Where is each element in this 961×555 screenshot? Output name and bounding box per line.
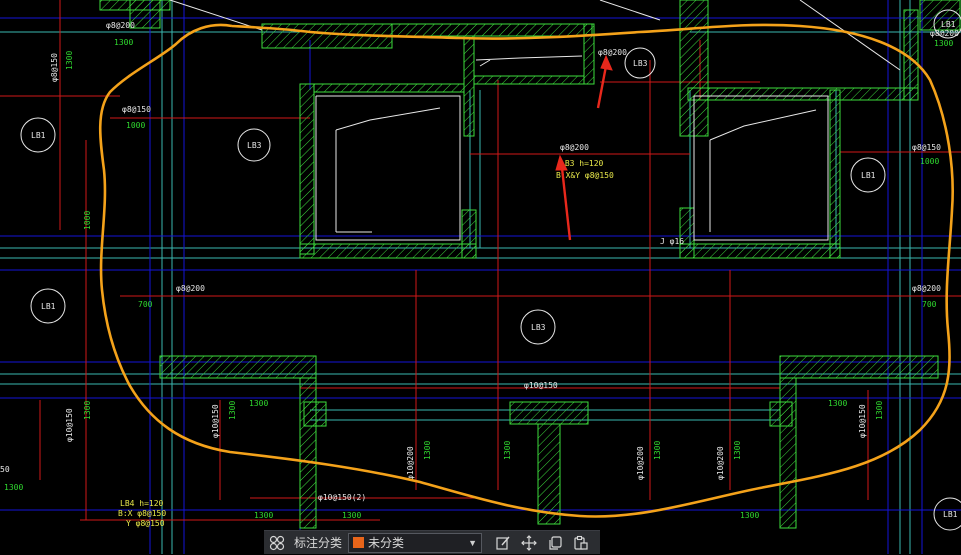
tag-lb1-c: LB1 (41, 302, 56, 311)
category-select-value: 未分类 (368, 536, 405, 550)
move-button[interactable] (516, 531, 542, 555)
note-label: J φ16 (660, 237, 684, 246)
category-label: 标注分类 (294, 536, 343, 550)
rebar-label: φ8@150 (912, 143, 941, 152)
dim-label: 1300 (4, 483, 23, 492)
rebar-label: φ8@200 (106, 21, 135, 30)
tag-lb1-e: LB1 (941, 20, 956, 29)
dim-label: 700 (138, 300, 153, 309)
category-color-swatch (353, 537, 365, 548)
dim-label: 1300 (503, 441, 512, 460)
rebar-label: φ8@200 (560, 143, 589, 152)
dim-label: 1300 (342, 511, 361, 520)
dim-label: 1300 (249, 399, 268, 408)
dim-label: 1300 (875, 401, 884, 420)
slab-rebar: B:X φ8@150 (118, 509, 166, 518)
category-select[interactable]: 未分类 ▼ (348, 532, 483, 553)
slab-thickness: LB4 h=120 (120, 499, 164, 508)
slab-thickness: LB3 h=120 (560, 159, 604, 168)
rebar-label: φ8@200 (598, 48, 627, 57)
tag-lb3-a: LB3 (633, 59, 648, 68)
grid-view-icon (269, 535, 285, 550)
rebar-label: φ8@200 (176, 284, 205, 293)
dim-label: 1000 (126, 121, 145, 130)
rebar-label: φ10@150(2) (318, 493, 366, 502)
dim-label: 1300 (228, 401, 237, 420)
dim-label: 1300 (828, 399, 847, 408)
copy-icon (549, 535, 562, 550)
rebar-label: φ8@150 (122, 105, 151, 114)
dim-label: 1300 (423, 441, 432, 460)
rebar-label: φ10@150 (858, 404, 867, 438)
dim-label: 1300 (733, 441, 742, 460)
dim-label: 1300 (740, 511, 759, 520)
cad-canvas[interactable]: LB3 LB3 LB3 LB1 LB1 LB1 LB1 LB1 φ8@200 1… (0, 0, 961, 554)
tag-lb1-a: LB1 (31, 131, 46, 140)
rebar-label: φ10@150 (524, 381, 558, 390)
edit-icon (496, 536, 510, 550)
dim-label: 1300 (653, 441, 662, 460)
slab-rebar: Y φ8@150 (126, 519, 165, 528)
rebar-label: φ10@150 (65, 408, 74, 442)
rebar-label: φ8@150 (50, 53, 59, 82)
rebar-label: φ8@200 (912, 284, 941, 293)
tag-lb3-c: LB3 (531, 323, 546, 332)
edit-button[interactable] (490, 531, 516, 555)
chevron-down-icon: ▼ (468, 537, 478, 548)
dim-label: 1300 (83, 401, 92, 420)
tag-lb1-b: LB1 (861, 171, 876, 180)
rebar-label: φ10@200 (406, 446, 415, 480)
walls (99, 0, 961, 529)
move-icon (521, 534, 537, 551)
dim-label: 50 (0, 465, 10, 474)
slab-rebar: B:X&Y φ8@150 (556, 171, 614, 180)
paste-button[interactable] (568, 531, 594, 555)
grid-view-button[interactable] (264, 531, 290, 555)
tag-lb1-d: LB1 (943, 510, 958, 519)
dim-label: 1000 (920, 157, 939, 166)
rebar-label: φ10@200 (636, 446, 645, 480)
rebar-label: φ8@200 (930, 29, 959, 38)
copy-button[interactable] (542, 531, 568, 555)
dim-label: 700 (922, 300, 937, 309)
dim-label: 1300 (65, 51, 74, 70)
rebar-label: φ10@200 (716, 446, 725, 480)
dim-label: 1000 (83, 211, 92, 230)
paste-icon (574, 535, 588, 550)
dim-label: 1300 (934, 39, 953, 48)
rebar-label: φ10@150 (211, 404, 220, 438)
dim-label: 1300 (254, 511, 273, 520)
dim-label: 1300 (114, 38, 133, 47)
tag-lb3-b: LB3 (247, 141, 262, 150)
annotation-toolbar: 标注分类 未分类 ▼ (264, 530, 600, 554)
